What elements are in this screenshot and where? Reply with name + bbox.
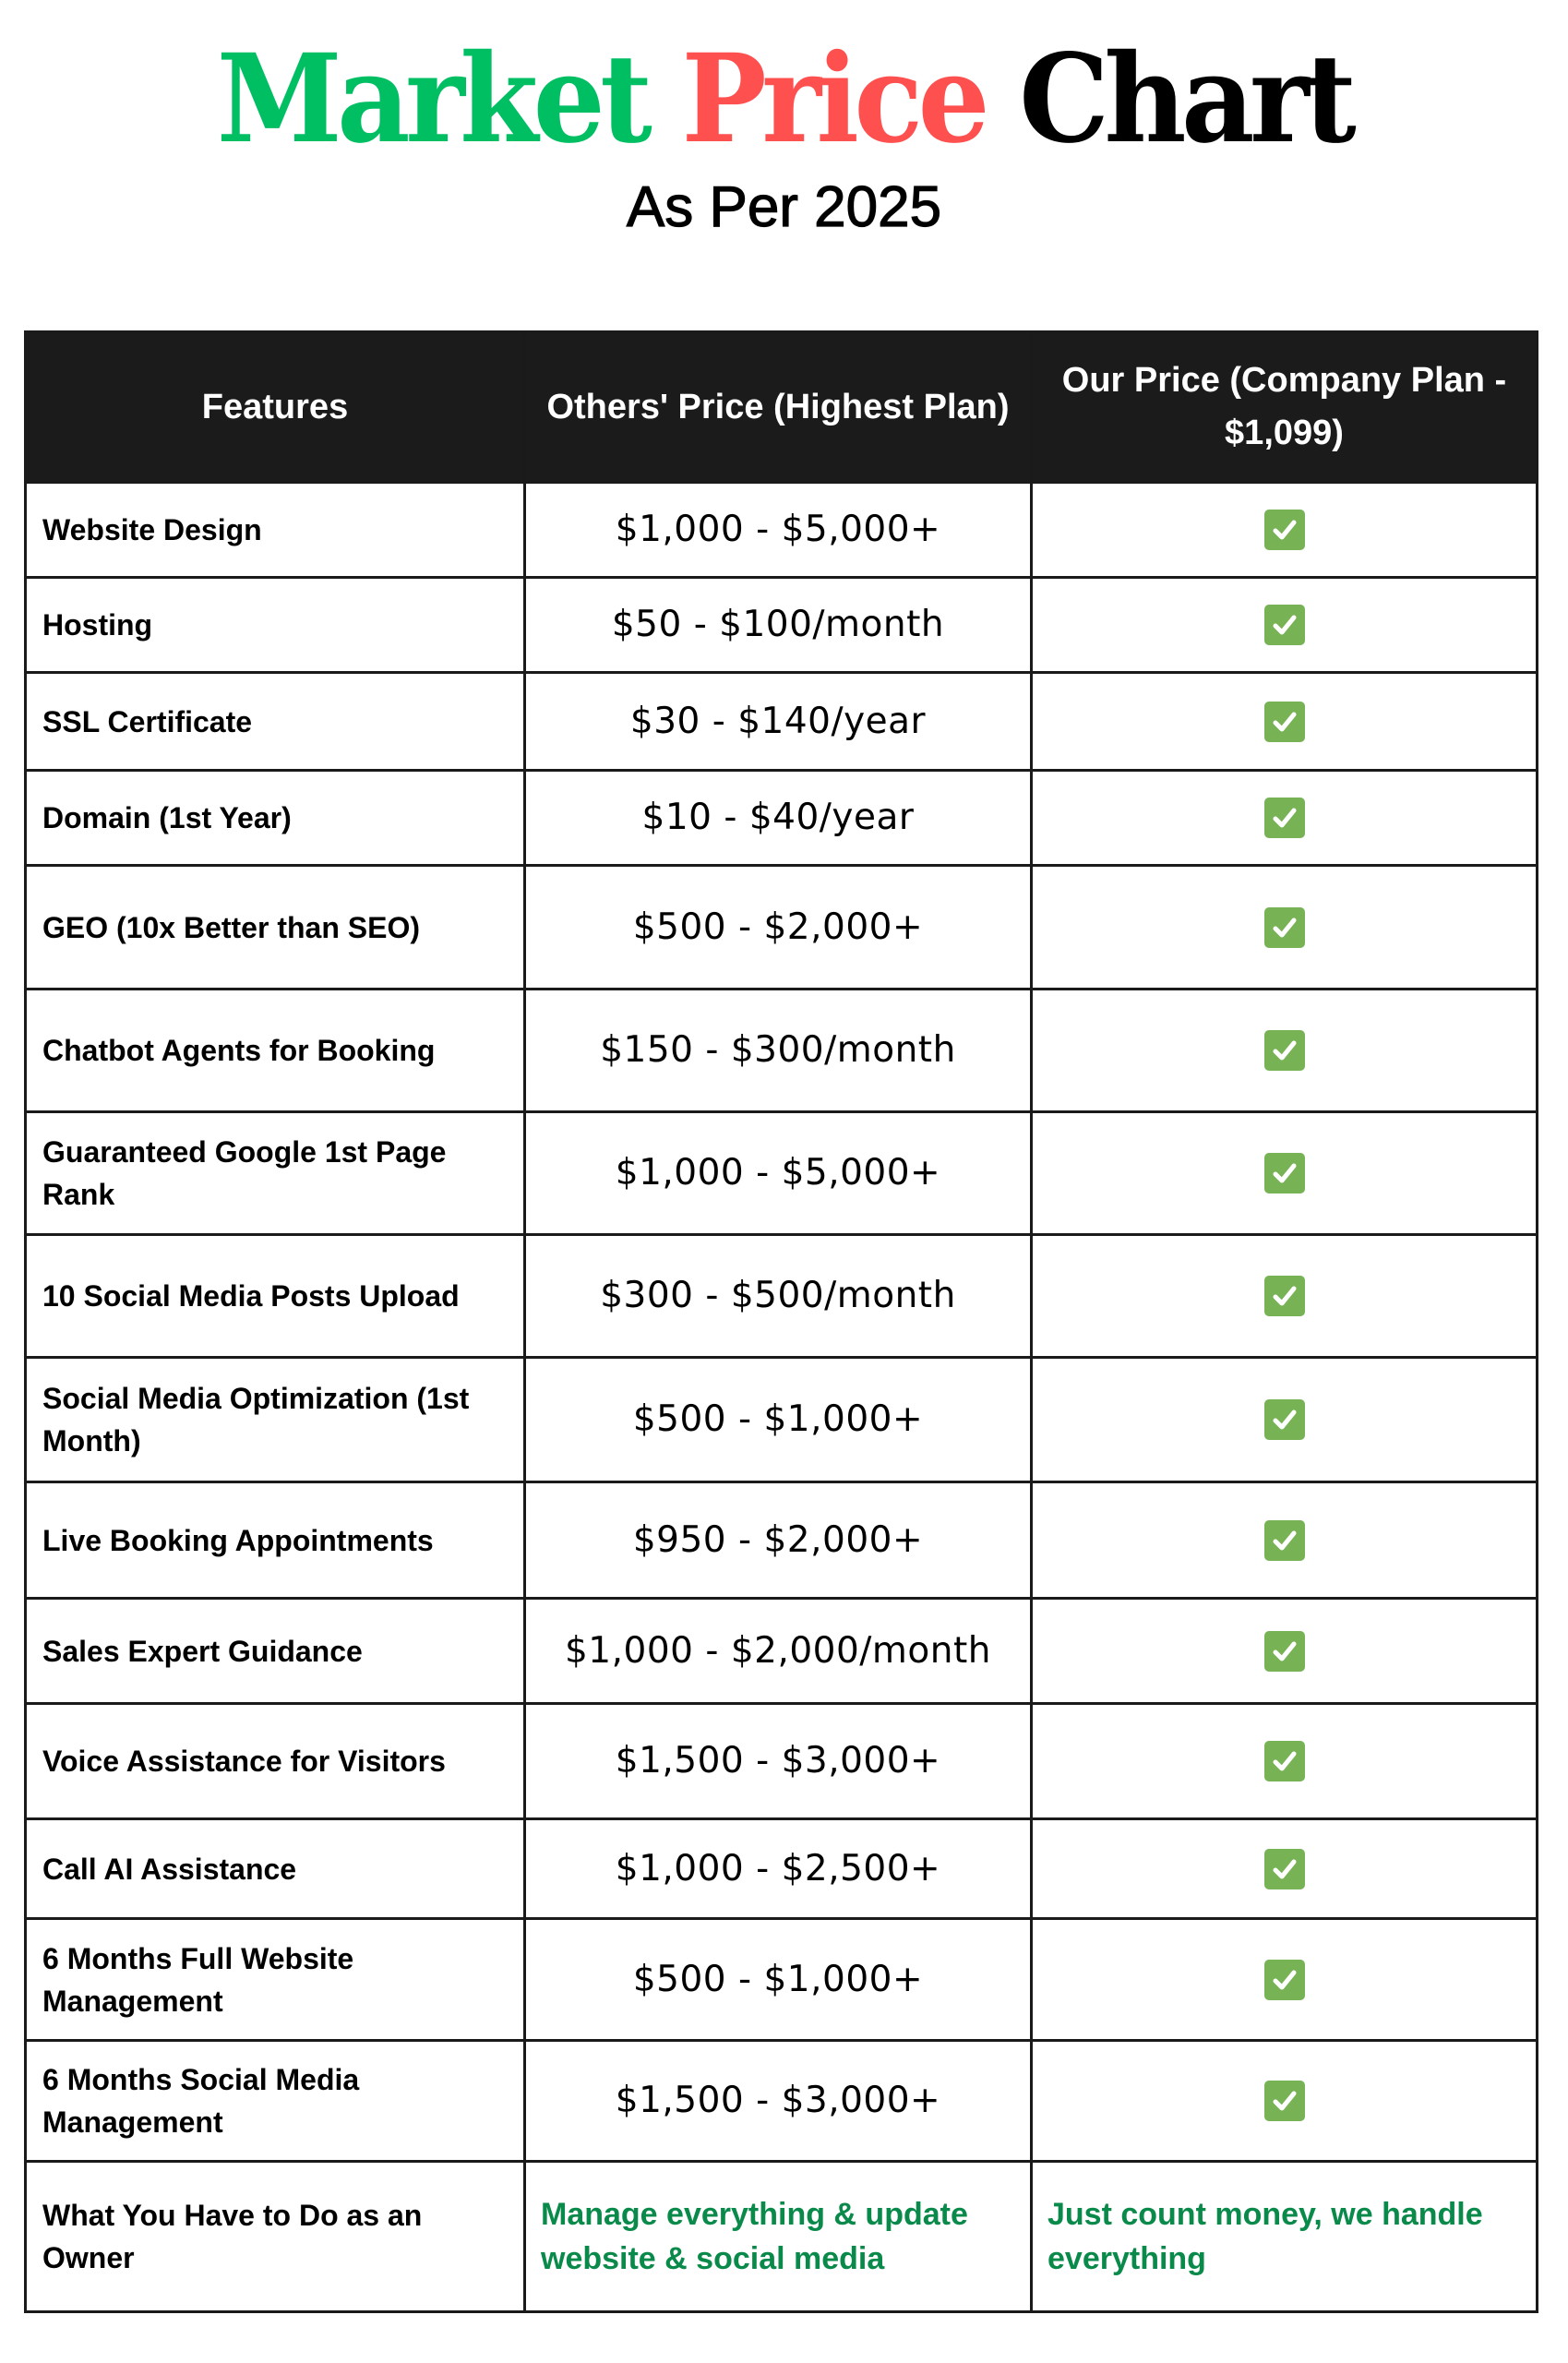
title-word-price: Price (681, 28, 989, 171)
owner-row-ours: Just count money, we handle everything (1030, 2163, 1536, 2310)
feature-name: 10 Social Media Posts Upload (42, 1279, 460, 1313)
check-box-icon (1263, 1030, 1305, 1071)
check-box-icon (1263, 1848, 1305, 1889)
owner-row: What You Have to Do as an Owner Manage e… (27, 2160, 1536, 2310)
table-row: Domain (1st Year) $10 - $40/year (27, 769, 1536, 864)
title-word-market: Market (216, 28, 652, 171)
check-box-icon (1263, 1276, 1305, 1316)
check-box-icon (1263, 2081, 1305, 2121)
table-row: Sales Expert Guidance $1,000 - $2,000/mon… (27, 1597, 1536, 1702)
table-header-row: Features Others' Price (Highest Plan) Ou… (27, 333, 1536, 481)
feature-name: Hosting (42, 608, 153, 642)
feature-name: Voice Assistance for Visitors (42, 1745, 446, 1778)
others-price: $50 - $100/month (523, 579, 1030, 671)
feature-name: 6 Months Full Website Management (42, 1941, 354, 2018)
table-row: SSL Certificate $30 - $140/year (27, 671, 1536, 769)
header-features: Features (201, 387, 349, 426)
check-box-icon (1263, 510, 1305, 550)
table-row: Voice Assistance for Visitors $1,500 - $3… (27, 1702, 1536, 1817)
title-word-chart: Chart (1019, 28, 1357, 171)
feature-name: SSL Certificate (42, 704, 253, 738)
table-row: Live Booking Appointments $950 - $2,000+ (27, 1481, 1536, 1597)
others-price: $300 - $500/month (523, 1236, 1030, 1356)
our-price-included (1030, 484, 1536, 576)
others-price: $1,500 - $3,000+ (523, 2042, 1030, 2160)
table-row: 10 Social Media Posts Upload $300 - $500/… (27, 1233, 1536, 1356)
table-row: GEO (10x Better than SEO) $500 - $2,000+ (27, 864, 1536, 988)
check-box-icon (1263, 906, 1305, 948)
our-price-included (1030, 1820, 1536, 1917)
feature-name: Social Media Optimization (1st Month) (42, 1382, 470, 1457)
table-row: Website Design $1,000 - $5,000+ (27, 481, 1536, 576)
check-box-icon (1263, 1153, 1305, 1193)
header-our-price: Our Price (Company Plan - $1,099) (1030, 333, 1536, 481)
feature-name: Call AI Assistance (42, 1852, 297, 1886)
table-row: 6 Months Social Media Management $1,500 -… (27, 2039, 1536, 2160)
others-price: $1,000 - $2,500+ (523, 1820, 1030, 1917)
our-price-included (1030, 1600, 1536, 1702)
others-price: $150 - $300/month (523, 990, 1030, 1110)
page-title: Market Price Chart (54, 35, 1513, 164)
our-price-included (1030, 1359, 1536, 1481)
feature-name: Live Booking Appointments (42, 1523, 434, 1557)
others-price: $1,000 - $5,000+ (523, 1113, 1030, 1233)
others-price: $950 - $2,000+ (523, 1483, 1030, 1597)
table-row: Call AI Assistance $1,000 - $2,500+ (27, 1817, 1536, 1917)
others-price: $1,000 - $2,000/month (523, 1600, 1030, 1702)
table-row: Hosting $50 - $100/month (27, 576, 1536, 671)
our-price-included (1030, 579, 1536, 671)
check-box-icon (1263, 1519, 1305, 1561)
page-subtitle: As Per 2025 (626, 174, 942, 239)
feature-name: Domain (1st Year) (42, 801, 292, 834)
our-price-included (1030, 772, 1536, 864)
table-row: Guaranteed Google 1st Page Rank $1,000 - … (27, 1110, 1536, 1233)
feature-name: GEO (10x Better than SEO) (42, 910, 420, 944)
feature-name: Guaranteed Google 1st Page Rank (42, 1135, 447, 1211)
check-box-icon (1263, 605, 1305, 645)
check-box-icon (1263, 701, 1305, 742)
our-price-included (1030, 1483, 1536, 1597)
check-box-icon (1263, 1959, 1305, 2000)
feature-name: 6 Months Social Media Management (42, 2063, 360, 2139)
header-others-price: Others' Price (Highest Plan) (523, 333, 1030, 481)
our-price-included (1030, 990, 1536, 1110)
feature-name: Chatbot Agents for Booking (42, 1034, 436, 1067)
others-price: $1,500 - $3,000+ (523, 1705, 1030, 1817)
others-price: $500 - $1,000+ (523, 1920, 1030, 2039)
feature-name: Website Design (42, 513, 262, 546)
owner-row-others: Manage everything & update website & soc… (523, 2163, 1030, 2310)
our-price-included (1030, 1236, 1536, 1356)
check-box-icon (1263, 1630, 1305, 1672)
others-price: $500 - $2,000+ (523, 867, 1030, 988)
price-comparison-table: Features Others' Price (Highest Plan) Ou… (24, 330, 1538, 2313)
others-price: $30 - $140/year (523, 674, 1030, 769)
our-price-included (1030, 1113, 1536, 1233)
check-box-icon (1263, 798, 1305, 838)
our-price-included (1030, 867, 1536, 988)
our-price-included (1030, 1920, 1536, 2039)
our-price-included (1030, 674, 1536, 769)
others-price: $500 - $1,000+ (523, 1359, 1030, 1481)
table-row: Social Media Optimization (1st Month) $50… (27, 1356, 1536, 1481)
our-price-included (1030, 2042, 1536, 2160)
check-box-icon (1263, 1741, 1305, 1781)
others-price: $10 - $40/year (523, 772, 1030, 864)
feature-name: Sales Expert Guidance (42, 1634, 363, 1668)
owner-row-feature: What You Have to Do as an Owner (42, 2199, 423, 2274)
our-price-included (1030, 1705, 1536, 1817)
table-row: Chatbot Agents for Booking $150 - $300/mo… (27, 988, 1536, 1110)
others-price: $1,000 - $5,000+ (523, 484, 1030, 576)
check-box-icon (1263, 1399, 1305, 1440)
table-row: 6 Months Full Website Management $500 - $… (27, 1917, 1536, 2039)
